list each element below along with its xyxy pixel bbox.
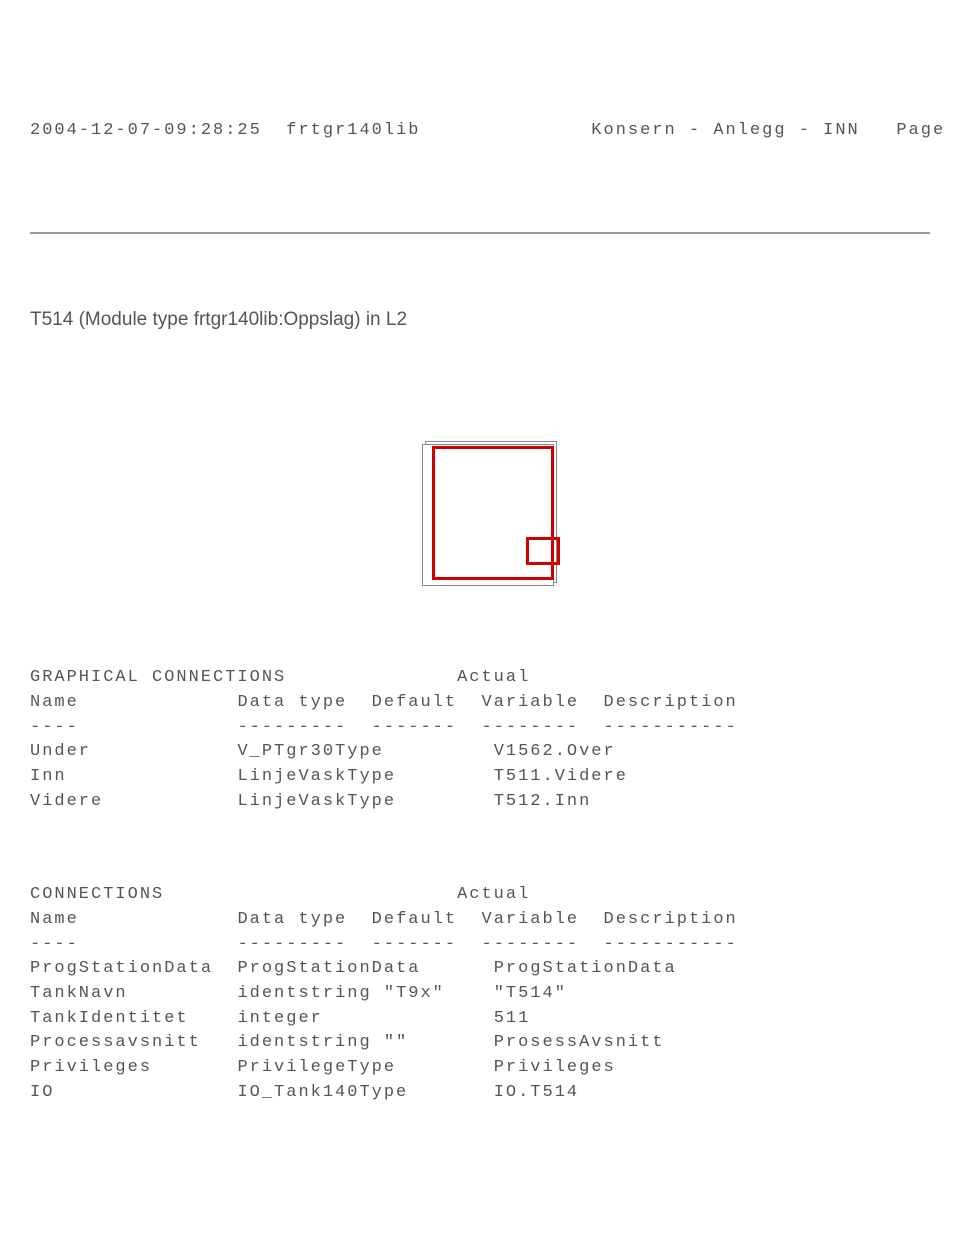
c-row-name: IO — [30, 1083, 54, 1102]
gc-dash-name: ---- — [30, 718, 79, 737]
gc-heading: GRAPHICAL CONNECTIONS — [30, 668, 286, 687]
gc-row-name: Inn — [30, 767, 67, 786]
gc-row-variable: T512.Inn — [494, 792, 592, 811]
c-row-datatype: PrivilegeType — [237, 1058, 396, 1077]
c-row-default: "" — [384, 1033, 408, 1052]
library-name: frtgr140lib — [286, 121, 420, 140]
c-row-datatype: identstring — [237, 984, 371, 1003]
divider — [30, 232, 930, 234]
diagram-red-inner — [526, 537, 560, 565]
c-col-description: Description — [604, 910, 738, 929]
gc-col-default: Default — [372, 693, 457, 712]
gc-row-variable: T511.Videre — [494, 767, 628, 786]
gc-row-variable: V1562.Over — [494, 742, 616, 761]
c-row-name: ProgStationData — [30, 959, 213, 978]
c-row-name: TankNavn — [30, 984, 128, 1003]
gc-row-datatype: LinjeVaskType — [237, 767, 396, 786]
c-col-name: Name — [30, 910, 79, 929]
gc-col-variable: Variable — [482, 693, 580, 712]
c-row-variable: Privileges — [494, 1058, 616, 1077]
gc-row-datatype: LinjeVaskType — [237, 792, 396, 811]
timestamp: 2004-12-07-09:28:25 — [30, 121, 262, 140]
gc-row-name: Videre — [30, 792, 103, 811]
page-label: Page — [896, 121, 945, 140]
c-dash-default: ------- — [372, 935, 457, 954]
graphical-connections-block: GRAPHICAL CONNECTIONS Actual Name Data t… — [30, 666, 930, 814]
gc-dash-description: ----------- — [604, 718, 738, 737]
gc-col-datatype: Data type — [237, 693, 347, 712]
c-dash-description: ----------- — [604, 935, 738, 954]
gc-dash-default: ------- — [372, 718, 457, 737]
c-dash-name: ---- — [30, 935, 79, 954]
module-diagram — [30, 417, 930, 589]
c-row-datatype: ProgStationData — [237, 959, 420, 978]
c-heading: CONNECTIONS — [30, 885, 164, 904]
gc-dash-variable: -------- — [482, 718, 580, 737]
report-header: 2004-12-07-09:28:25 frtgr140lib Konsern … — [30, 119, 930, 144]
c-col-datatype: Data type — [237, 910, 347, 929]
connections-block: CONNECTIONS Actual Name Data type Defaul… — [30, 883, 930, 1105]
gc-col-description: Description — [604, 693, 738, 712]
c-row-datatype: integer — [237, 1009, 322, 1028]
c-row-datatype: IO_Tank140Type — [237, 1083, 408, 1102]
gc-actual: Actual — [457, 668, 530, 687]
header-title: Konsern - Anlegg - INN — [591, 121, 859, 140]
c-col-variable: Variable — [482, 910, 580, 929]
c-row-datatype: identstring — [237, 1033, 371, 1052]
gc-dash-datatype: --------- — [237, 718, 347, 737]
c-col-default: Default — [372, 910, 457, 929]
c-row-name: TankIdentitet — [30, 1009, 189, 1028]
c-row-default: "T9x" — [384, 984, 445, 1003]
gc-row-datatype: V_PTgr30Type — [237, 742, 383, 761]
module-title: T514 (Module type frtgr140lib:Oppslag) i… — [30, 306, 930, 334]
c-row-variable: ProgStationData — [494, 959, 677, 978]
c-row-variable: 511 — [494, 1009, 531, 1028]
gc-col-name: Name — [30, 693, 79, 712]
c-actual: Actual — [457, 885, 530, 904]
c-row-name: Processavsnitt — [30, 1033, 201, 1052]
c-row-variable: ProsessAvsnitt — [494, 1033, 665, 1052]
c-row-name: Privileges — [30, 1058, 152, 1077]
c-row-variable: IO.T514 — [494, 1083, 579, 1102]
c-dash-datatype: --------- — [237, 935, 347, 954]
c-row-variable: "T514" — [494, 984, 567, 1003]
gc-row-name: Under — [30, 742, 91, 761]
c-dash-variable: -------- — [482, 935, 580, 954]
